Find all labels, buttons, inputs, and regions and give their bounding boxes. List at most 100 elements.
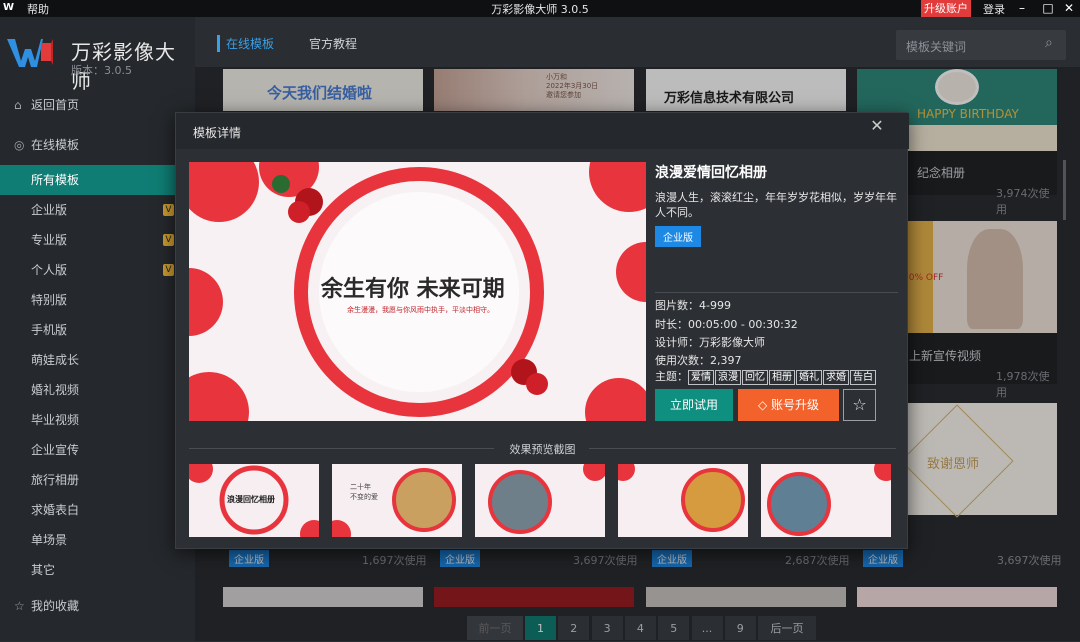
sidebar-item-label: 萌娃成长 xyxy=(31,353,80,367)
divider xyxy=(655,292,898,293)
theme-tag[interactable]: 相册 xyxy=(769,370,795,385)
sidebar-item-favorites[interactable]: ☆ 我的收藏 xyxy=(0,591,195,621)
sidebar-item-label: 手机版 xyxy=(31,323,68,337)
preview-screenshot[interactable]: 浪漫回忆相册 xyxy=(189,464,319,537)
search-placeholder: 模板关键词 xyxy=(906,40,967,54)
favorite-star-icon[interactable]: ☆ xyxy=(843,389,876,421)
picture-count: 图片数：4-999 xyxy=(655,299,731,312)
sidebar-item-category[interactable]: 所有模板 xyxy=(0,165,195,195)
sidebar-item-label: 企业宣传 xyxy=(31,443,80,457)
theme-tag[interactable]: 浪漫 xyxy=(715,370,741,385)
template-detail-dialog: 模板详情 ✕ 余生有你 未来可期 余生漫漫，我愿与你风雨中执手，平淡中相守。 浪… xyxy=(175,112,909,549)
sidebar-item-label: 其它 xyxy=(31,563,56,577)
sidebar-item-label: 个人版 xyxy=(31,263,68,277)
try-now-button[interactable]: 立即试用 xyxy=(655,389,733,421)
window-title: 万彩影像大师 3.0.5 xyxy=(491,3,589,16)
sidebar-item-category[interactable]: 求婚表白 xyxy=(0,495,195,525)
sidebar-item-label: 所有模板 xyxy=(31,173,80,187)
duration: 时长：00:05:00 - 00:30:32 xyxy=(655,318,798,331)
theme-tag[interactable]: 爱情 xyxy=(688,370,714,385)
theme-tag[interactable]: 求婚 xyxy=(823,370,849,385)
template-name: 浪漫爱情回忆相册 xyxy=(655,165,767,181)
screenshot-art xyxy=(767,464,891,536)
globe-icon: ◎ xyxy=(14,138,25,152)
brand-version: 版本：3.0.5 xyxy=(71,64,132,77)
sidebar-item-label: 返回首页 xyxy=(31,98,80,112)
sidebar-item-category[interactable]: 旅行相册 xyxy=(0,465,195,495)
close-window-icon[interactable]: ✕ xyxy=(1058,0,1080,17)
designer: 设计师：万彩影像大师 xyxy=(655,336,765,349)
sidebar-item-label: 单场景 xyxy=(31,533,68,547)
minimize-icon[interactable]: – xyxy=(1011,0,1033,17)
template-preview[interactable]: 余生有你 未来可期 余生漫漫，我愿与你风雨中执手，平淡中相守。 xyxy=(189,162,646,421)
brand-logo-icon xyxy=(7,39,53,67)
sidebar: 万彩影像大师 版本：3.0.5 ⌂ 返回首页 ◎ 在线模板 所有模板 企业版 V 专业… xyxy=(0,17,195,641)
login-button[interactable]: 登录 xyxy=(983,1,1005,17)
divider xyxy=(589,448,896,449)
brand: 万彩影像大师 版本：3.0.5 xyxy=(7,29,192,93)
search-input[interactable]: 模板关键词 ⌕ xyxy=(896,30,1066,60)
preview-screenshot[interactable] xyxy=(618,464,748,537)
sidebar-item-label: 企业版 xyxy=(31,203,68,217)
sidebar-item-category[interactable]: 专业版 V xyxy=(0,225,195,255)
sidebar-item-label: 我的收藏 xyxy=(31,599,80,613)
maximize-icon[interactable]: □ xyxy=(1037,0,1059,17)
title-bar: W 帮助 万彩影像大师 3.0.5 升级账户 登录 – □ ✕ xyxy=(0,0,1080,17)
preview-subline: 余生漫漫，我愿与你风雨中执手，平淡中相守。 xyxy=(347,306,494,314)
close-icon[interactable]: ✕ xyxy=(864,115,890,141)
sidebar-item-label: 特别版 xyxy=(31,293,68,307)
sidebar-item-category[interactable]: 个人版 V xyxy=(0,255,195,285)
upgrade-label: 账号升级 xyxy=(771,398,820,412)
preview-screenshot[interactable] xyxy=(761,464,891,537)
sidebar-item-category[interactable]: 婚礼视频 xyxy=(0,375,195,405)
search-icon[interactable]: ⌕ xyxy=(1045,35,1053,51)
sidebar-item-category[interactable]: 萌娃成长 xyxy=(0,345,195,375)
screenshot-art xyxy=(618,464,745,532)
upgrade-account-button[interactable]: ◇ 账号升级 xyxy=(738,389,839,421)
sidebar-item-label: 求婚表白 xyxy=(31,503,80,517)
sidebar-item-category[interactable]: 特别版 xyxy=(0,285,195,315)
sidebar-item-category[interactable]: 企业宣传 xyxy=(0,435,195,465)
help-menu[interactable]: 帮助 xyxy=(27,1,49,17)
app-logo-icon: W xyxy=(3,2,15,13)
edition-badge: 企业版 xyxy=(655,226,701,247)
diamond-icon: ◇ xyxy=(757,398,772,412)
theme-label: 主题： xyxy=(655,370,688,383)
sidebar-item-category[interactable]: 手机版 xyxy=(0,315,195,345)
vip-badge: V xyxy=(163,264,174,276)
sidebar-item-category[interactable]: 单场景 xyxy=(0,525,195,555)
sidebar-item-online-templates[interactable]: ◎ 在线模板 xyxy=(0,130,195,160)
preview-screenshot[interactable] xyxy=(475,464,605,537)
preview-headline: 余生有你 未来可期 xyxy=(321,277,505,302)
upgrade-account-button[interactable]: 升级账户 xyxy=(921,0,971,17)
screenshot-art xyxy=(488,464,605,534)
sidebar-item-label: 旅行相册 xyxy=(31,473,80,487)
theme-tag[interactable]: 告白 xyxy=(850,370,876,385)
theme-tag[interactable]: 婚礼 xyxy=(796,370,822,385)
sidebar-item-label: 专业版 xyxy=(31,233,68,247)
screenshots-title: 效果预览截图 xyxy=(509,443,576,456)
preview-screenshot[interactable]: 二十年 不变的爱 xyxy=(332,464,462,537)
vip-badge: V xyxy=(163,234,174,246)
theme-tag[interactable]: 回忆 xyxy=(742,370,768,385)
screenshot-text: 二十年 不变的爱 xyxy=(350,483,378,501)
home-icon: ⌂ xyxy=(14,98,22,112)
dialog-title: 模板详情 xyxy=(193,126,242,140)
sidebar-item-category[interactable]: 毕业视频 xyxy=(0,405,195,435)
screenshot-text: 浪漫回忆相册 xyxy=(227,495,275,504)
template-description: 浪漫人生，滚滚红尘，年年岁岁花相似，岁岁年年人不同。 xyxy=(655,191,897,219)
vip-badge: V xyxy=(163,204,174,216)
sidebar-item-category[interactable]: 企业版 V xyxy=(0,195,195,225)
sidebar-item-home[interactable]: ⌂ 返回首页 xyxy=(0,90,195,120)
usage-count: 使用次数：2,397 xyxy=(655,354,742,367)
sidebar-item-label: 婚礼视频 xyxy=(31,383,80,397)
star-icon: ☆ xyxy=(14,599,25,613)
tab-tutorials[interactable]: 官方教程 xyxy=(309,35,357,52)
theme-tags: 主题： 爱情 浪漫 回忆 相册 婚礼 求婚 告白 xyxy=(655,368,877,385)
dialog-header: 模板详情 ✕ xyxy=(176,113,909,149)
sidebar-item-label: 在线模板 xyxy=(31,138,80,152)
sidebar-item-label: 毕业视频 xyxy=(31,413,80,427)
top-bar: 在线模板 官方教程 模板关键词 ⌕ xyxy=(195,17,1080,67)
sidebar-item-category[interactable]: 其它 xyxy=(0,555,195,585)
tab-online-templates[interactable]: 在线模板 xyxy=(217,35,274,52)
